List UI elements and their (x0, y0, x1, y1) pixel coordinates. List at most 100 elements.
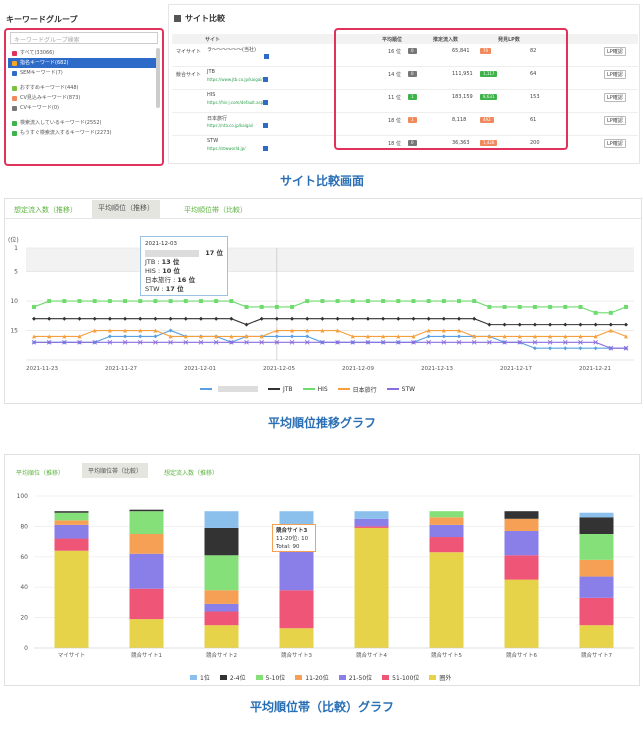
series-point[interactable] (47, 316, 52, 321)
bar-segment[interactable] (504, 555, 539, 580)
tab-rank-trend[interactable]: 平均順位（推移） (92, 200, 160, 218)
series-point[interactable] (517, 304, 522, 309)
bar-segment[interactable] (204, 527, 239, 556)
series-point[interactable] (305, 334, 310, 339)
series-point[interactable] (563, 304, 568, 309)
bar-segment[interactable] (129, 619, 164, 648)
bar-segment[interactable] (54, 538, 89, 551)
series-point[interactable] (563, 346, 568, 351)
tab-traffic-trend[interactable]: 想定流入数（推移） (8, 202, 83, 218)
series-point[interactable] (381, 316, 386, 321)
series-point[interactable] (244, 304, 249, 309)
series-point[interactable] (153, 334, 158, 339)
series-point[interactable] (32, 316, 36, 321)
bar-segment[interactable] (54, 550, 89, 648)
bar-segment[interactable] (429, 517, 464, 525)
series-point[interactable] (457, 299, 462, 304)
bar-segment[interactable] (54, 511, 89, 513)
legend-item[interactable]: JTB (268, 384, 293, 394)
bar-segment[interactable] (579, 625, 614, 648)
external-link-icon[interactable] (263, 146, 268, 151)
series-point[interactable] (198, 316, 203, 321)
bar-segment[interactable] (204, 555, 239, 591)
site-url[interactable]: https://stwworld.jp/ (207, 146, 246, 151)
bar-segment[interactable] (429, 524, 464, 538)
series-point[interactable] (441, 316, 446, 321)
series-point[interactable] (350, 316, 355, 321)
legend-item[interactable]: STW (386, 384, 415, 394)
series-point[interactable] (274, 316, 279, 321)
bar-segment[interactable] (129, 553, 164, 589)
series-point[interactable] (320, 299, 325, 304)
series-point[interactable] (274, 334, 279, 339)
lp-check-button[interactable]: LP確認 (604, 47, 626, 56)
series-point[interactable] (259, 316, 264, 321)
series-point[interactable] (229, 316, 234, 321)
series-point[interactable] (426, 316, 431, 321)
series-point[interactable] (123, 316, 128, 321)
series-point[interactable] (62, 299, 67, 304)
bar-segment[interactable] (579, 559, 614, 577)
bar-segment[interactable] (579, 512, 614, 518)
series-point[interactable] (168, 299, 173, 304)
bar-segment[interactable] (279, 511, 314, 525)
lp-check-button[interactable]: LP確認 (604, 139, 626, 148)
series-point[interactable] (487, 322, 492, 327)
series-point[interactable] (365, 316, 370, 321)
legend-item[interactable]: 51-100位 (382, 672, 419, 682)
series-point[interactable] (335, 316, 340, 321)
series-point[interactable] (214, 316, 219, 321)
bar-segment[interactable] (504, 579, 539, 648)
series-point[interactable] (502, 304, 507, 309)
series-point[interactable] (335, 299, 340, 304)
series-point[interactable] (548, 322, 553, 327)
bar-segment[interactable] (204, 603, 239, 612)
series-point[interactable] (320, 316, 325, 321)
series-point[interactable] (396, 299, 401, 304)
series-point[interactable] (168, 316, 173, 321)
lp-check-button[interactable]: LP確認 (604, 70, 626, 79)
tab-traffic-trend-2[interactable]: 想定流入数（推移） (158, 465, 224, 480)
series-point[interactable] (548, 304, 553, 309)
legend-item[interactable]: 5-10位 (255, 672, 285, 682)
series-point[interactable] (32, 304, 36, 309)
bar-segment[interactable] (129, 534, 164, 554)
bar-segment[interactable] (129, 511, 164, 534)
series-point[interactable] (472, 299, 477, 304)
bar-segment[interactable] (204, 590, 239, 604)
series-point[interactable] (411, 316, 416, 321)
series-point[interactable] (624, 322, 628, 327)
series-point[interactable] (426, 334, 431, 339)
series-point[interactable] (578, 346, 583, 351)
series-point[interactable] (244, 322, 249, 327)
series-point[interactable] (138, 334, 143, 339)
external-link-icon[interactable] (264, 54, 269, 59)
series-point[interactable] (153, 299, 158, 304)
series-point[interactable] (62, 316, 67, 321)
series-point[interactable] (441, 334, 446, 339)
series-point[interactable] (593, 310, 598, 315)
series-point[interactable] (168, 328, 173, 333)
series-point[interactable] (411, 299, 416, 304)
series-point[interactable] (107, 316, 112, 321)
lp-check-button[interactable]: LP確認 (604, 116, 626, 125)
bar-segment[interactable] (579, 517, 614, 534)
legend-item[interactable] (200, 384, 258, 394)
bar-segment[interactable] (54, 524, 89, 539)
bar-segment[interactable] (579, 597, 614, 626)
bar-segment[interactable] (504, 518, 539, 531)
bar-segment[interactable] (354, 511, 389, 519)
tab-rank-trend-2[interactable]: 平均順位（推移） (10, 465, 70, 480)
lp-check-button[interactable]: LP確認 (604, 93, 626, 102)
legend-item[interactable]: 圏外 (429, 672, 451, 682)
legend-item[interactable]: 1位 (190, 672, 210, 682)
site-url[interactable]: https://www.jtb.co.jp/kaigai/ (207, 77, 263, 82)
bar-segment[interactable] (279, 590, 314, 629)
series-point[interactable] (441, 299, 446, 304)
legend-item[interactable]: 11-20位 (295, 672, 329, 682)
bar-segment[interactable] (54, 512, 89, 521)
series-point[interactable] (107, 334, 112, 339)
legend-item[interactable]: HIS (302, 384, 328, 394)
bar-segment[interactable] (204, 625, 239, 648)
series-point[interactable] (457, 316, 462, 321)
